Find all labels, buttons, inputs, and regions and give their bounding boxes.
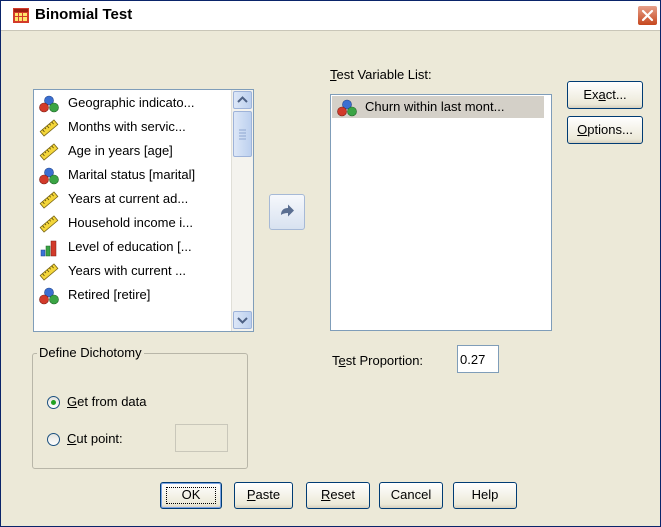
- label-part: st Proportion:: [345, 353, 424, 368]
- label-part: ct...: [605, 87, 627, 102]
- cut-point-input[interactable]: [175, 424, 228, 452]
- paste-button[interactable]: Paste: [234, 482, 293, 509]
- mnemonic: R: [321, 487, 331, 502]
- label-part: et from data: [77, 394, 147, 409]
- arrow-right-icon: [281, 204, 294, 217]
- title-bar: Binomial Test: [1, 1, 660, 31]
- scale-ruler-icon: [39, 191, 59, 209]
- list-item[interactable]: Years at current ad...: [34, 188, 230, 210]
- move-to-test-list-button[interactable]: [269, 194, 305, 230]
- label-part: Ex: [583, 87, 599, 102]
- variable-label: Age in years [age]: [68, 143, 173, 158]
- mnemonic: G: [67, 394, 78, 409]
- test-proportion-input[interactable]: [457, 345, 499, 373]
- variable-label: Churn within last mont...: [365, 99, 505, 114]
- label-part: eset: [330, 487, 355, 502]
- binomial-test-dialog: Binomial Test Geographic indicato... Mon…: [0, 0, 661, 527]
- list-item[interactable]: Marital status [marital]: [34, 164, 230, 186]
- button-label: Help: [471, 487, 499, 502]
- get-from-data-label[interactable]: Get from data: [67, 394, 147, 409]
- list-item[interactable]: Churn within last mont...: [332, 96, 544, 118]
- source-variable-list[interactable]: Geographic indicato... Months with servi…: [33, 89, 254, 332]
- reset-button[interactable]: Reset: [306, 482, 370, 509]
- list-item[interactable]: Level of education [...: [34, 236, 230, 258]
- close-icon: [641, 9, 654, 22]
- vertical-scrollbar[interactable]: [231, 90, 253, 331]
- mnemonic: a: [598, 87, 606, 102]
- variable-label: Level of education [...: [68, 239, 192, 254]
- list-item[interactable]: Geographic indicato...: [34, 92, 230, 114]
- window-title: Binomial Test: [35, 6, 133, 23]
- variable-label: Geographic indicato...: [68, 95, 195, 110]
- mnemonic: O: [577, 122, 588, 137]
- nominal-icon: [39, 287, 59, 305]
- scale-ruler-icon: [39, 119, 59, 137]
- arrow-down-icon: [237, 317, 248, 324]
- button-label: Cancel: [390, 487, 432, 502]
- list-item[interactable]: Years with current ...: [34, 260, 230, 282]
- help-button[interactable]: Help: [453, 482, 517, 509]
- label-part: ut point:: [76, 431, 123, 446]
- cut-point-radio[interactable]: [47, 433, 60, 446]
- variable-label: Years with current ...: [68, 263, 187, 278]
- nominal-icon: [39, 167, 59, 185]
- nominal-icon: [39, 95, 59, 113]
- nominal-icon: [337, 99, 357, 117]
- ok-button[interactable]: OK: [160, 482, 222, 509]
- radio-selected-dot: [51, 400, 56, 405]
- scale-ruler-icon: [39, 215, 59, 233]
- mnemonic: P: [246, 487, 256, 502]
- scale-ruler-icon: [39, 263, 59, 281]
- list-item[interactable]: Months with servic...: [34, 116, 230, 138]
- scroll-up-button[interactable]: [233, 91, 252, 109]
- cut-point-label[interactable]: Cut point:: [67, 431, 123, 446]
- close-button[interactable]: [637, 5, 658, 26]
- grip-icon: [239, 129, 246, 140]
- test-variable-list-label: Test Variable List:: [330, 67, 432, 82]
- list-item[interactable]: Retired [retire]: [34, 284, 230, 306]
- cancel-button[interactable]: Cancel: [379, 482, 443, 509]
- scroll-thumb[interactable]: [233, 111, 252, 157]
- label-part: est Variable List:: [336, 67, 432, 82]
- test-proportion-label: Test Proportion:: [332, 353, 423, 368]
- label-part: aste: [255, 487, 281, 502]
- mnemonic: C: [67, 431, 77, 446]
- options-button[interactable]: Options...: [567, 116, 643, 144]
- variable-label: Household income i...: [68, 215, 194, 230]
- label-part: ptions...: [587, 122, 633, 137]
- variable-label: Retired [retire]: [68, 287, 151, 302]
- list-item[interactable]: Household income i...: [34, 212, 230, 234]
- test-variable-list[interactable]: Churn within last mont...: [330, 94, 552, 331]
- table-app-icon: [13, 8, 29, 23]
- scroll-down-button[interactable]: [233, 311, 252, 329]
- get-from-data-radio[interactable]: [47, 396, 60, 409]
- define-dichotomy-title: Define Dichotomy: [37, 345, 144, 360]
- mnemonic: e: [338, 353, 346, 368]
- list-item[interactable]: Age in years [age]: [34, 140, 230, 162]
- variable-label: Months with servic...: [68, 119, 186, 134]
- variable-label: Marital status [marital]: [68, 167, 196, 182]
- focus-rect: [166, 487, 216, 504]
- arrow-up-icon: [237, 96, 248, 103]
- exact-button[interactable]: Exact...: [567, 81, 643, 109]
- variable-label: Years at current ad...: [68, 191, 189, 206]
- ordinal-icon: [39, 239, 59, 257]
- scale-ruler-icon: [39, 143, 59, 161]
